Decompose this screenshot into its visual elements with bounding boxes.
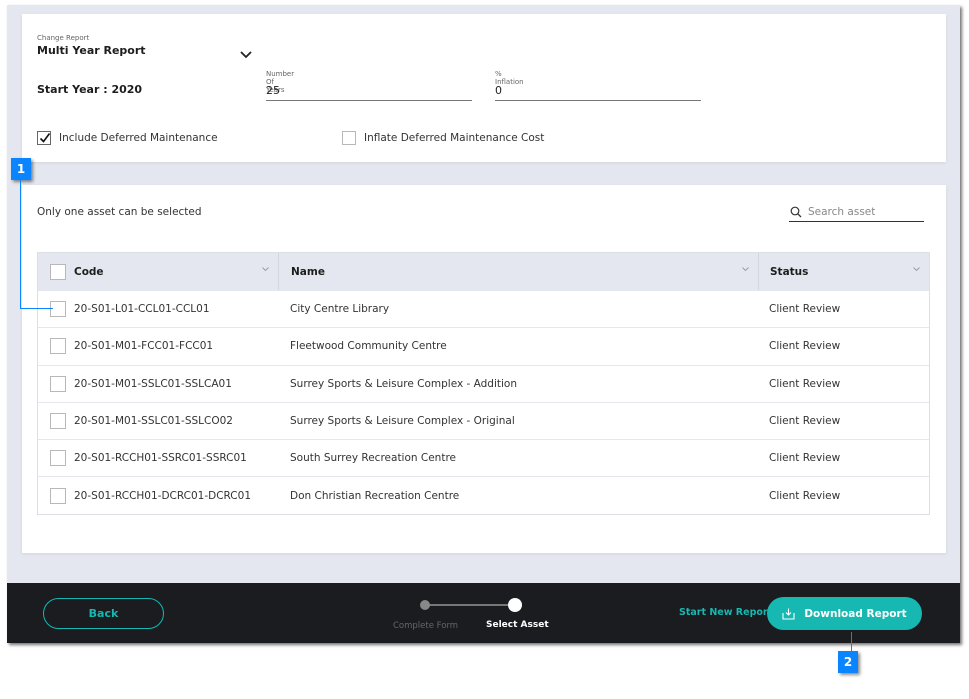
table-row[interactable]: 20-S01-M01-SSLC01-SSLCO02 Surrey Sports … [38,401,929,440]
asset-name: City Centre Library [290,303,390,316]
asset-name: Fleetwood Community Centre [290,340,447,353]
sort-chevron-icon[interactable] [913,267,920,272]
search-asset-input[interactable] [808,205,918,218]
row-checkbox[interactable] [50,375,66,392]
asset-status: Client Review [769,452,841,465]
back-button[interactable]: Back [43,598,164,629]
download-icon [782,608,795,620]
column-header-name[interactable]: Name [278,253,758,290]
row-checkbox[interactable] [50,301,66,318]
asset-status: Client Review [769,415,841,428]
step-label-select-asset: Select Asset [486,620,549,630]
sort-chevron-icon[interactable] [742,267,749,272]
step-dot-complete [420,600,430,610]
row-checkbox[interactable] [50,413,66,430]
asset-status: Client Review [769,340,841,353]
download-report-button[interactable]: Download Report [767,597,922,630]
asset-status: Client Review [769,489,841,502]
chevron-down-icon [240,44,252,59]
callout-marker-2: 2 [838,651,858,673]
asset-name: South Surrey Recreation Centre [290,452,457,465]
checkbox-checked[interactable] [37,131,51,145]
asset-code: 20-S01-M01-SSLC01-SSLCA01 [74,377,232,390]
asset-name: Don Christian Recreation Centre [290,489,460,502]
column-label-status: Status [770,265,809,278]
asset-code: 20-S01-L01-CCL01-CCL01 [74,303,210,316]
step-label-complete-form: Complete Form [393,621,459,631]
report-type-value: Multi Year Report [37,44,146,57]
asset-name: Surrey Sports & Leisure Complex - Additi… [290,377,518,390]
number-of-years-value[interactable]: 25 [266,84,280,97]
step-connector [425,604,515,606]
search-icon [790,206,802,217]
report-type-select[interactable]: Multi Year Report [37,33,252,59]
table-row[interactable]: 20-S01-L01-CCL01-CCL01 City Centre Libra… [38,290,929,328]
inflate-deferred-checkbox[interactable]: Inflate Deferred Maintenance Cost [342,131,544,145]
asset-status: Client Review [769,303,841,316]
start-year-text: Start Year : 2020 [37,83,143,96]
asset-code: 20-S01-M01-SSLC01-SSLCO02 [74,415,233,428]
table-row[interactable]: 20-S01-RCCH01-DCRC01-DCRC01 Don Christia… [38,476,929,514]
column-header-status[interactable]: Status [758,253,929,290]
include-deferred-checkbox[interactable]: Include Deferred Maintenance [37,131,218,145]
row-checkbox[interactable] [50,338,66,355]
select-all-checkbox[interactable] [50,263,66,280]
table-header: Code Name Status [38,253,929,290]
table-row[interactable]: 20-S01-M01-FCC01-FCC01 Fleetwood Communi… [38,327,929,365]
column-label-code: Code [74,265,104,278]
step-dot-active [508,598,522,612]
inflation-underline [495,100,701,101]
app-window: Change Report Multi Year Report Start Ye… [7,5,960,643]
asset-code: 20-S01-RCCH01-SSRC01-SSRC01 [74,452,247,465]
number-of-years-underline [266,100,472,101]
search-asset-field[interactable] [789,202,924,222]
asset-table: Code Name Status 20-S01-L01-CCL01-CCL01 … [37,252,930,515]
column-header-code[interactable]: Code [38,253,278,290]
table-row[interactable]: 20-S01-M01-SSLC01-SSLCA01 Surrey Sports … [38,364,929,402]
column-label-name: Name [291,265,325,278]
asset-selection-card: Only one asset can be selected Code Name [22,185,946,553]
selection-hint: Only one asset can be selected [37,206,202,218]
progress-stepper: Complete Form Select Asset [387,597,557,637]
wizard-footer: Back Complete Form Select Asset Start Ne… [7,583,960,643]
asset-status: Client Review [769,377,841,390]
callout-line-2 [851,632,852,651]
table-row[interactable]: 20-S01-RCCH01-SSRC01-SSRC01 South Surrey… [38,439,929,477]
callout-line-1-vertical [20,180,21,308]
asset-code: 20-S01-RCCH01-DCRC01-DCRC01 [74,489,251,502]
row-checkbox[interactable] [50,450,66,467]
callout-line-1-horizontal [20,308,53,309]
checkmark-icon [39,133,51,143]
include-deferred-label: Include Deferred Maintenance [59,132,218,144]
checkbox-unchecked[interactable] [342,131,356,145]
report-settings-card: Change Report Multi Year Report Start Ye… [22,14,946,162]
asset-name: Surrey Sports & Leisure Complex - Origin… [290,415,515,428]
callout-marker-1: 1 [11,158,31,180]
asset-code: 20-S01-M01-FCC01-FCC01 [74,340,214,353]
row-checkbox[interactable] [50,487,66,504]
inflate-deferred-label: Inflate Deferred Maintenance Cost [364,132,545,144]
download-report-label: Download Report [804,607,907,620]
inflation-value[interactable]: 0 [495,84,502,97]
sort-chevron-icon[interactable] [262,267,269,272]
start-new-report-link[interactable]: Start New Report [679,607,772,618]
